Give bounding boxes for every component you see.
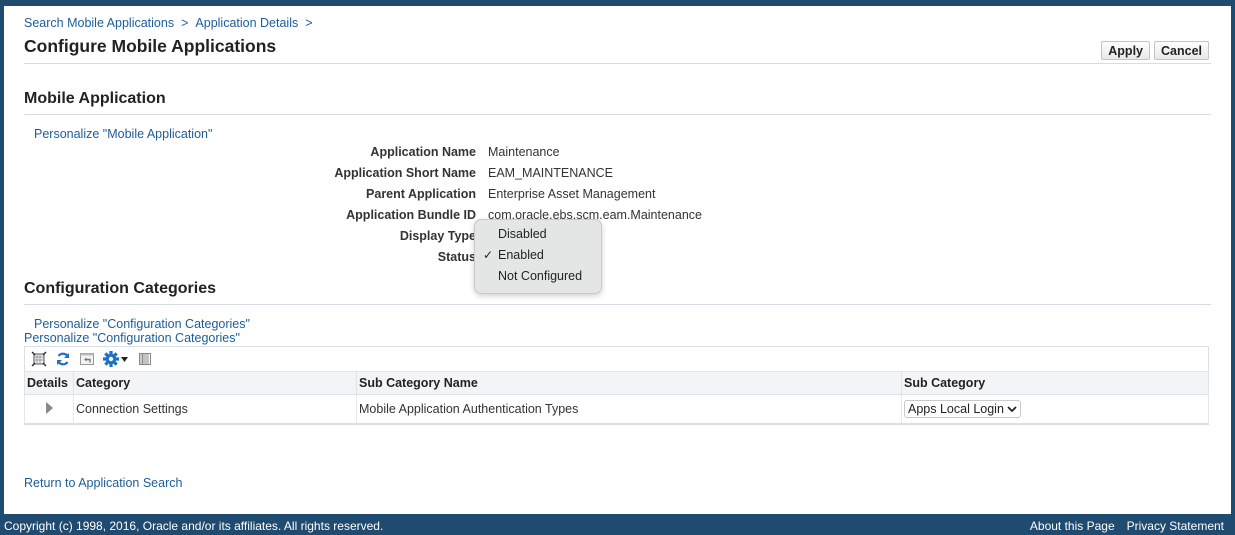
column-header-sub-category-name[interactable]: Sub Category Name [356, 371, 902, 395]
field-label: Application Short Name [334, 166, 476, 180]
sub-category-select[interactable]: Apps Local Login [904, 400, 1021, 418]
sub-category-name-cell: Mobile Application Authentication Types [356, 394, 902, 425]
column-header-details: Details [24, 371, 74, 395]
expand-row-icon[interactable] [44, 401, 54, 417]
personalize-mobile-application-link[interactable]: Personalize "Mobile Application" [34, 127, 212, 141]
field-display-type: Display Type [176, 229, 476, 249]
field-value: Maintenance [488, 145, 560, 159]
checkmark-icon: ✓ [483, 248, 494, 262]
field-label: Application Name [370, 145, 476, 159]
configuration-categories-heading: Configuration Categories [24, 280, 217, 297]
footer: Copyright (c) 1998, 2016, Oracle and/or … [0, 514, 1235, 535]
breadcrumb: Search Mobile Applications > Application D… [24, 16, 320, 30]
page-title: Configure Mobile Applications [24, 36, 277, 56]
sub-category-selected-value: Apps Local Login [908, 402, 1004, 416]
about-this-page-link[interactable]: About this Page [1030, 519, 1115, 533]
page-content: Search Mobile Applications > Application D… [4, 6, 1231, 514]
categories-grid: Details Category Sub Category Name Sub C… [24, 371, 1209, 425]
apply-button[interactable]: Apply [1101, 41, 1150, 60]
table-header-row: Details Category Sub Category Name Sub C… [24, 371, 1209, 395]
status-option-not-configured[interactable]: Not Configured [475, 267, 601, 288]
footer-links: About this Page Privacy Statement [1030, 519, 1224, 533]
mobile-application-heading: Mobile Application [24, 90, 166, 107]
field-label: Application Bundle ID [346, 208, 476, 222]
breadcrumb-search-mobile-applications[interactable]: Search Mobile Applications [24, 16, 174, 30]
field-value: EAM_MAINTENANCE [488, 166, 614, 180]
section-divider [24, 304, 1211, 305]
breadcrumb-separator: > [305, 16, 313, 30]
details-cell [24, 394, 74, 425]
field-value: Enterprise Asset Management [488, 187, 656, 201]
detach-icon[interactable] [31, 351, 47, 367]
status-dropdown-menu[interactable]: Disabled ✓ Enabled Not Configured [474, 219, 602, 294]
field-label: Status [437, 250, 476, 264]
restore-icon[interactable] [79, 351, 95, 367]
column-header-category[interactable]: Category [73, 371, 357, 395]
sub-category-cell: Apps Local Login [901, 394, 1209, 425]
field-status: Status [176, 250, 476, 270]
refresh-icon[interactable] [55, 351, 71, 367]
breadcrumb-application-details[interactable]: Application Details [195, 16, 298, 30]
option-label: Enabled [498, 248, 544, 262]
page-actions: Apply Cancel [1101, 41, 1209, 60]
field-parent-application: Parent Application Enterprise Asset Mana… [176, 187, 655, 207]
configuration-categories-table: Details Category Sub Category Name Sub C… [24, 346, 1209, 425]
table-row: Connection Settings Mobile Application A… [24, 394, 1209, 425]
title-divider [24, 63, 1211, 64]
field-application-short-name: Application Short Name EAM_MAINTENANCE [176, 166, 613, 186]
field-label: Display Type [399, 229, 476, 243]
status-option-enabled[interactable]: ✓ Enabled [475, 246, 601, 267]
field-application-name: Application Name Maintenance [176, 145, 559, 165]
personalize-configuration-categories-link[interactable]: Personalize "Configuration Categories" [34, 317, 250, 331]
settings-gear-icon[interactable] [103, 351, 129, 367]
cancel-button[interactable]: Cancel [1154, 41, 1209, 60]
breadcrumb-separator: > [181, 16, 189, 30]
option-label: Disabled [498, 227, 547, 241]
freeze-columns-icon[interactable] [137, 351, 153, 367]
chevron-down-icon [1007, 406, 1017, 413]
column-header-sub-category[interactable]: Sub Category [901, 371, 1209, 395]
option-label: Not Configured [498, 269, 583, 283]
status-option-disabled[interactable]: Disabled [475, 225, 601, 246]
section-divider [24, 114, 1211, 115]
privacy-statement-link[interactable]: Privacy Statement [1127, 519, 1224, 533]
category-cell: Connection Settings [73, 394, 357, 425]
copyright-text: Copyright (c) 1998, 2016, Oracle and/or … [4, 519, 384, 533]
field-label: Parent Application [366, 187, 476, 201]
personalize-configuration-categories-link[interactable]: Personalize "Configuration Categories" [24, 331, 240, 345]
return-to-application-search-link[interactable]: Return to Application Search [24, 476, 182, 490]
table-toolbar [24, 346, 1209, 371]
field-application-bundle-id: Application Bundle ID com.oracle.ebs.scm… [176, 208, 702, 228]
